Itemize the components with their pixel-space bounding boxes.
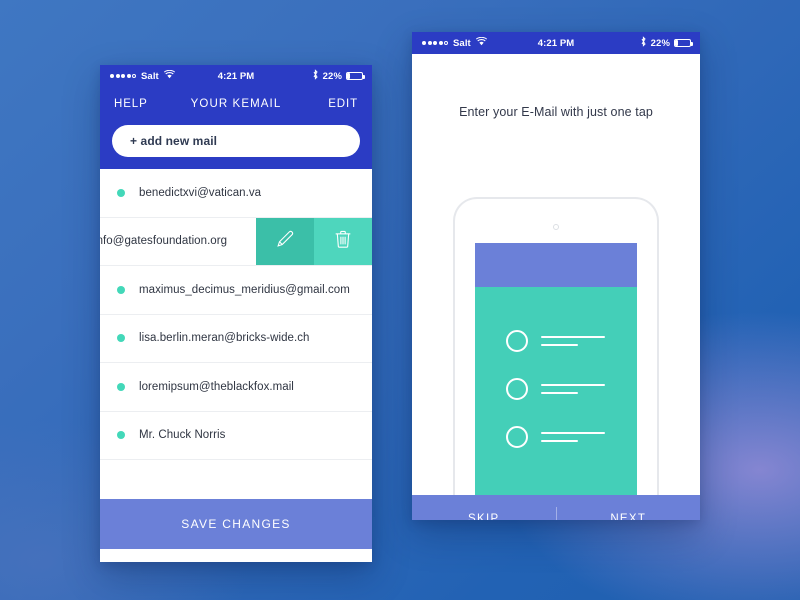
left-status-bar: Salt 4:21 PM 22% [100,65,372,87]
illustration-lines [541,432,605,442]
email-list: benedictxvi@vatican.va info@gatesfoundat… [100,169,372,460]
bluetooth-icon [640,36,647,50]
illustration-list [475,287,637,448]
list-item[interactable]: info@gatesfoundation.org [100,217,372,266]
add-new-mail-input[interactable]: + add new mail [112,125,360,157]
illustration-header-bar [475,243,637,287]
email-address: Mr. Chuck Norris [139,429,226,442]
illustration-circle-icon [506,426,528,448]
email-address: lisa.berlin.meran@bricks-wide.ch [139,332,310,345]
list-spacer [100,460,372,499]
illustration-screen [475,243,637,495]
illustration-camera-icon [553,224,559,230]
onboarding-caption: Enter your E-Mail with just one tap [459,105,653,119]
status-dot-icon [117,431,125,440]
row-actions [256,217,372,265]
list-item[interactable]: lisa.berlin.meran@bricks-wide.ch [100,314,372,363]
list-item[interactable]: loremipsum@theblackfox.mail [100,363,372,412]
battery-percent-label: 22% [650,37,670,49]
illustration-list-item [506,330,637,352]
illustration-list-item [506,426,637,448]
add-mail-container: + add new mail [100,121,372,169]
edit-row-button[interactable] [256,217,314,265]
list-item[interactable]: Mr. Chuck Norris [100,411,372,460]
illustration-circle-icon [506,378,528,400]
bluetooth-icon [312,69,319,83]
illustration-circle-icon [506,330,528,352]
status-dot-icon [117,285,125,294]
right-status-bar: Salt 4:21 PM 22% [412,32,700,54]
status-dot-icon [117,334,125,343]
onboarding-footer: SKIP NEXT [412,495,700,520]
phone-mockup-illustration [453,197,659,495]
onboarding-body: Enter your E-Mail with just one tap [412,54,700,495]
illustration-lines [541,336,605,346]
battery-percent-label: 22% [322,70,342,82]
email-address: loremipsum@theblackfox.mail [139,380,294,393]
battery-icon [674,38,693,48]
email-address: maximus_decimus_meridius@gmail.com [139,283,350,296]
email-address: benedictxvi@vatican.va [139,186,262,199]
phone-right: Salt 4:21 PM 22% Enter your E-Mail with … [412,32,700,520]
phone-left: Salt 4:21 PM 22% HELP YOUR KEMAIL EDIT +… [100,65,372,562]
status-right-group: 22% [640,36,693,50]
status-dot-icon [117,188,125,197]
skip-button[interactable]: SKIP [412,513,556,521]
illustration-list-item [506,378,637,400]
battery-icon [346,71,365,81]
pencil-icon [274,228,296,255]
email-address: info@gatesfoundation.org [100,235,228,248]
delete-row-button[interactable] [314,217,372,265]
next-button[interactable]: NEXT [557,513,701,521]
page-title: YOUR KEMAIL [190,98,282,110]
list-item[interactable]: maximus_decimus_meridius@gmail.com [100,266,372,315]
left-navbar: HELP YOUR KEMAIL EDIT [100,87,372,121]
illustration-lines [541,384,605,394]
trash-icon [332,228,354,255]
status-dot-icon [117,382,125,391]
status-right-group: 22% [312,69,365,83]
list-item[interactable]: benedictxvi@vatican.va [100,169,372,218]
save-changes-button[interactable]: SAVE CHANGES [100,499,372,549]
